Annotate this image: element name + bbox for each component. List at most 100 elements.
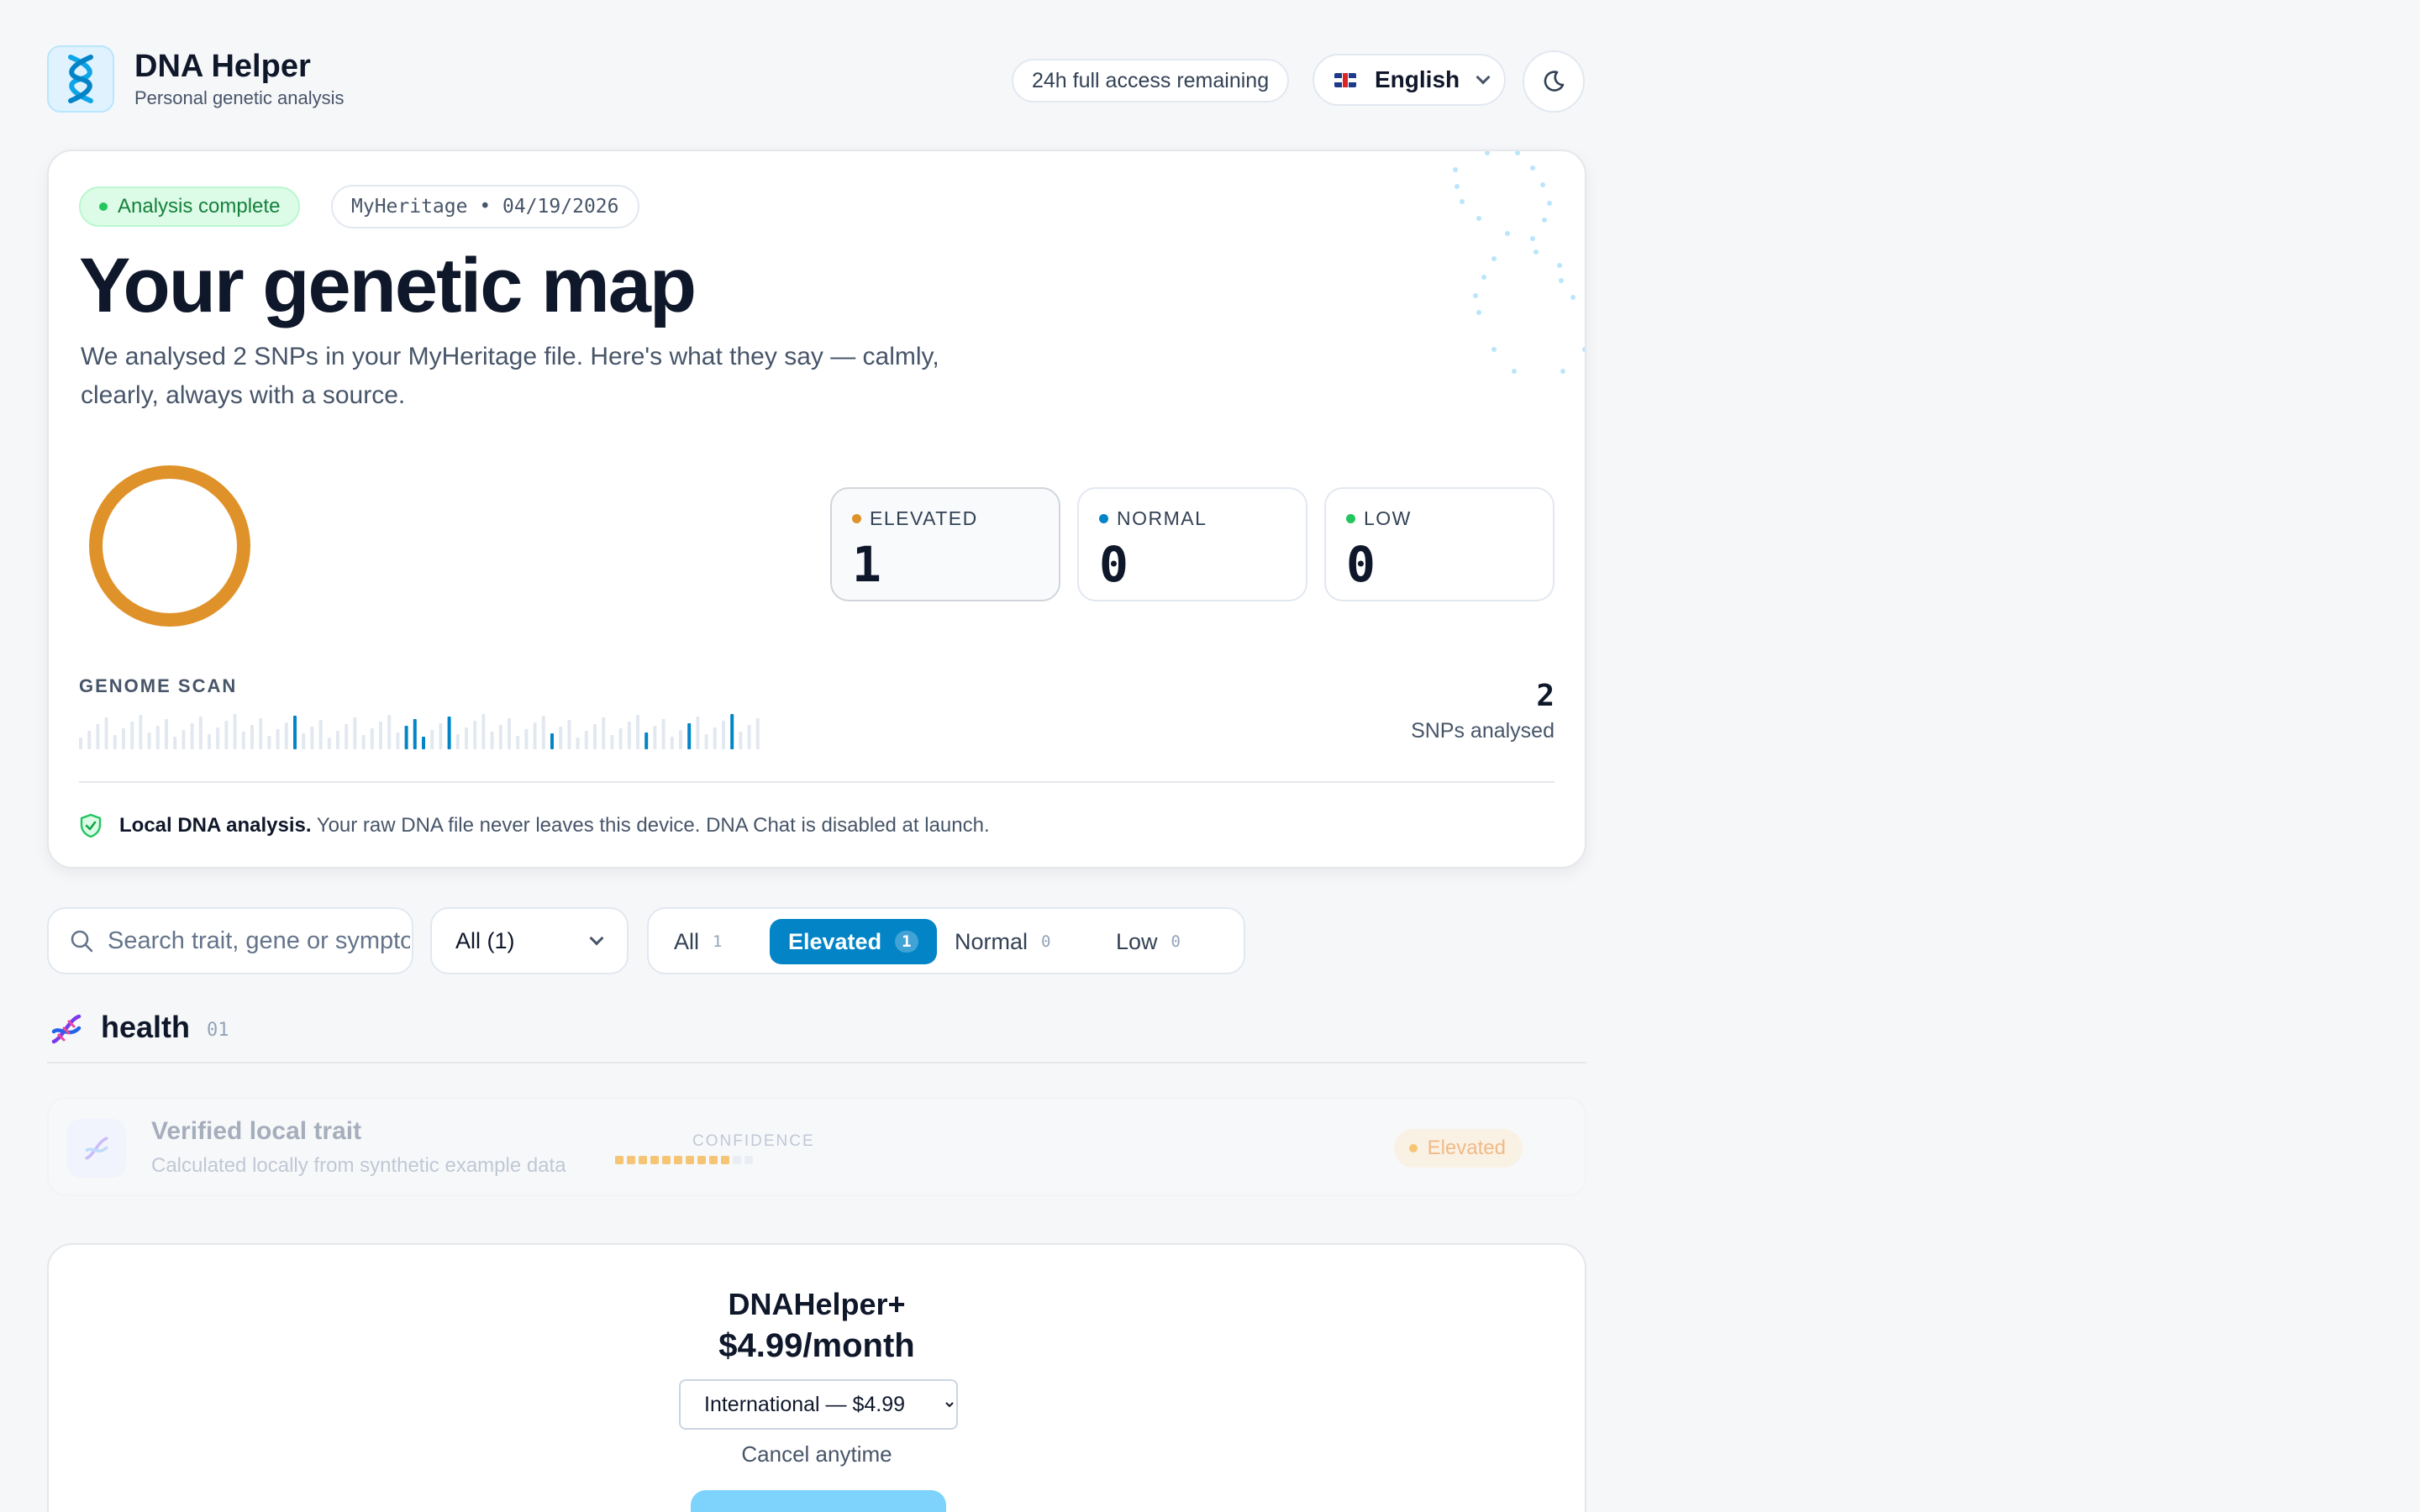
genome-scan-bar	[361, 735, 366, 749]
segment-elevated-count: 1	[895, 931, 918, 953]
local-note-text: Local DNA analysis. Your raw DNA file ne…	[119, 814, 990, 837]
category-select[interactable]: All (1)	[430, 907, 629, 974]
genome-scan-bar	[241, 732, 245, 749]
genome-scan-bar	[508, 718, 511, 749]
genome-scan-bar	[216, 727, 220, 749]
genome-scan-bar	[687, 723, 692, 749]
low-count: 0	[1346, 536, 1376, 593]
genome-scan-bar	[276, 729, 280, 749]
genome-scan-bar	[198, 717, 203, 749]
segment-low[interactable]: Low 0	[1097, 919, 1199, 964]
genome-scan-bar	[730, 714, 734, 749]
trait-title: Verified local trait	[151, 1117, 362, 1145]
trait-risk-badge: Elevated	[1393, 1129, 1523, 1168]
language-selector[interactable]: English	[1313, 54, 1506, 106]
genome-scan-bar	[653, 726, 657, 749]
dna-icon	[51, 1014, 82, 1044]
genome-scan-bar	[96, 724, 100, 749]
elevated-stat-text: ELEVATED	[870, 507, 978, 529]
genome-scan-bar	[618, 728, 623, 749]
language-label: English	[1375, 66, 1460, 92]
segment-elevated[interactable]: Elevated 1	[770, 919, 937, 964]
segment-elevated-label: Elevated	[788, 928, 882, 954]
genome-scan-bar	[747, 725, 751, 749]
genome-scan-bar	[498, 725, 502, 749]
genome-scan-bar	[602, 717, 606, 749]
genome-scan-bar	[353, 717, 357, 749]
category-select-value: All (1)	[455, 927, 515, 953]
local-analysis-note: Local DNA analysis. Your raw DNA file ne…	[79, 813, 990, 838]
genome-scan-bar	[267, 736, 271, 749]
risk-distribution-ring	[89, 465, 250, 627]
genome-scan-bar	[147, 732, 151, 749]
genome-scan-bar	[165, 719, 168, 749]
cancel-anytime-note: Cancel anytime	[741, 1441, 892, 1467]
genome-scan-bar	[293, 716, 297, 749]
genome-scan-bar	[336, 731, 339, 749]
source-file-badge: MyHeritage • 04/19/2026	[331, 185, 639, 228]
genome-scan-bar	[455, 734, 460, 749]
confidence-segment	[686, 1156, 694, 1164]
genome-scan-bar	[755, 718, 760, 749]
genome-scan-bar	[636, 715, 639, 749]
app-subtitle: Personal genetic analysis	[134, 87, 345, 108]
confidence-segment	[615, 1156, 623, 1164]
genome-scan-bar	[490, 732, 494, 749]
subscribe-button[interactable]	[691, 1490, 946, 1512]
genome-scan-bar	[87, 731, 92, 749]
genome-scan-bar	[584, 731, 588, 749]
confidence-segment	[674, 1156, 682, 1164]
elevated-stat-card[interactable]: ELEVATED 1	[830, 487, 1060, 601]
confidence-segment	[639, 1156, 647, 1164]
access-remaining-pill: 24h full access remaining	[1012, 59, 1290, 102]
genome-scan-bar	[155, 726, 160, 749]
genome-scan-bar	[567, 720, 571, 749]
section-count: 01	[207, 1020, 229, 1041]
genome-scan-bar	[627, 722, 631, 749]
genome-scan-bar	[670, 737, 674, 749]
app-header: DNA Helper Personal genetic analysis 24h…	[47, 44, 1586, 116]
genome-scan-bar	[533, 722, 537, 749]
search-input[interactable]	[108, 927, 410, 955]
confidence-segment	[627, 1156, 635, 1164]
genome-scan-bar	[104, 717, 108, 749]
normal-stat-card[interactable]: NORMAL 0	[1077, 487, 1307, 601]
genetic-map-card: Analysis complete MyHeritage • 04/19/202…	[47, 150, 1586, 869]
chevron-down-icon	[589, 931, 604, 946]
hero-description: We analysed 2 SNPs in your MyHeritage fi…	[81, 343, 939, 409]
page-title: Your genetic map	[79, 243, 697, 328]
app-name: DNA Helper	[134, 49, 311, 84]
genome-scan-bar	[233, 714, 237, 749]
elevated-count: 1	[852, 536, 881, 593]
confidence-segment	[709, 1156, 718, 1164]
trait-subtitle: Calculated locally from synthetic exampl…	[151, 1154, 566, 1177]
section-title: health	[101, 1010, 191, 1044]
trait-card[interactable]: Verified local trait Calculated locally …	[47, 1097, 1586, 1196]
pricing-card: DNAHelper+ $4.99/month International — $…	[47, 1243, 1586, 1512]
segment-all[interactable]: All 1	[655, 919, 740, 964]
genome-scan-bar	[541, 716, 545, 749]
genome-scan-bar	[722, 721, 725, 749]
dna-icon	[67, 1119, 126, 1178]
page: DNA Helper Personal genetic analysis 24h…	[0, 0, 2420, 1512]
region-price-select[interactable]: International — $4.99	[679, 1379, 958, 1430]
segment-normal[interactable]: Normal 0	[936, 919, 1069, 964]
low-stat-card[interactable]: LOW 0	[1324, 487, 1555, 601]
uk-flag-icon	[1334, 72, 1356, 87]
genome-scan-bar	[190, 723, 194, 749]
plan-price: $4.99/month	[718, 1327, 915, 1364]
genome-scan-bar	[661, 719, 666, 749]
genome-scan-bar	[130, 722, 134, 749]
genome-scan-bar	[550, 733, 554, 749]
segment-normal-label: Normal	[955, 928, 1028, 954]
genome-scan-bar	[173, 737, 177, 749]
dark-mode-toggle[interactable]	[1523, 50, 1585, 113]
genome-scan-bar	[404, 726, 408, 749]
genome-scan-bar	[704, 734, 708, 749]
confidence-segment	[733, 1156, 741, 1164]
snp-count: 2	[1536, 679, 1555, 713]
confidence-segment	[744, 1156, 753, 1164]
genome-scan-bar	[379, 722, 382, 749]
genome-scan-bar	[224, 721, 229, 749]
shield-check-icon	[80, 813, 102, 838]
